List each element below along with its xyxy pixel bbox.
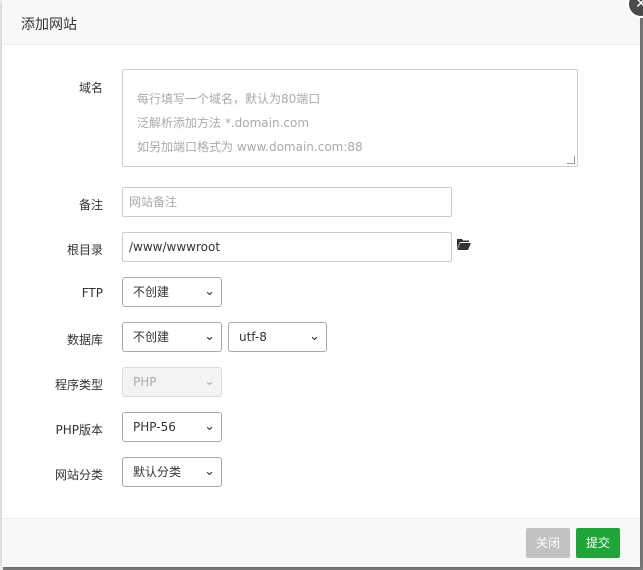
program-type-selected-value: PHP xyxy=(133,375,157,389)
domain-placeholder-line-2: 泛解析添加方法 *.domain.com xyxy=(137,116,310,130)
php-version-select[interactable]: PHP-56 ⌄ xyxy=(122,412,222,442)
charset-select[interactable]: utf-8 ⌄ xyxy=(228,322,327,352)
category-select[interactable]: 默认分类 ⌄ xyxy=(122,457,222,487)
database-label: 数据库 xyxy=(66,333,103,347)
resize-grip-icon[interactable] xyxy=(567,156,575,164)
ftp-label: FTP xyxy=(81,286,103,300)
chevron-down-icon: ⌄ xyxy=(204,284,215,299)
domain-label: 域名 xyxy=(78,81,103,95)
chevron-down-icon: ⌄ xyxy=(204,464,215,479)
domain-placeholder-line-1: 每行填写一个域名，默认为80端口 xyxy=(137,92,321,106)
domain-textarea[interactable]: 每行填写一个域名，默认为80端口 泛解析添加方法 *.domain.com 如另… xyxy=(122,69,578,167)
chevron-down-icon: ⌄ xyxy=(204,374,215,389)
root-path-input[interactable]: /www/wwwroot xyxy=(122,232,452,262)
submit-button[interactable]: 提交 xyxy=(576,528,621,558)
dialog-header: 添加网站 xyxy=(2,0,640,45)
charset-selected-value: utf-8 xyxy=(239,330,267,344)
category-selected-value: 默认分类 xyxy=(133,465,182,479)
chevron-down-icon: ⌄ xyxy=(309,329,320,344)
chevron-down-icon: ⌄ xyxy=(204,329,215,344)
ftp-select[interactable]: 不创建 ⌄ xyxy=(122,277,222,307)
folder-open-icon[interactable] xyxy=(457,238,471,250)
remark-label: 备注 xyxy=(78,198,103,212)
database-selected-value: 不创建 xyxy=(133,330,170,344)
program-type-select: PHP ⌄ xyxy=(122,367,222,397)
php-version-label: PHP版本 xyxy=(55,423,104,437)
add-site-dialog: 添加网站 域名 每行填写一个域名，默认为80端口 泛解析添加方法 *.domai… xyxy=(2,0,640,567)
root-label: 根目录 xyxy=(66,243,103,257)
database-select[interactable]: 不创建 ⌄ xyxy=(122,322,222,352)
php-version-selected-value: PHP-56 xyxy=(133,420,176,434)
category-label: 网站分类 xyxy=(54,468,103,482)
dialog-footer: 关闭 提交 xyxy=(2,518,640,567)
chevron-down-icon: ⌄ xyxy=(204,419,215,434)
program-type-label: 程序类型 xyxy=(54,378,103,392)
dialog-title: 添加网站 xyxy=(21,17,77,33)
ftp-selected-value: 不创建 xyxy=(133,285,170,299)
close-button[interactable]: 关闭 xyxy=(526,528,571,558)
domain-placeholder-line-3: 如另加端口格式为 www.domain.com:88 xyxy=(137,140,363,154)
remark-input[interactable]: 网站备注 xyxy=(122,187,452,217)
